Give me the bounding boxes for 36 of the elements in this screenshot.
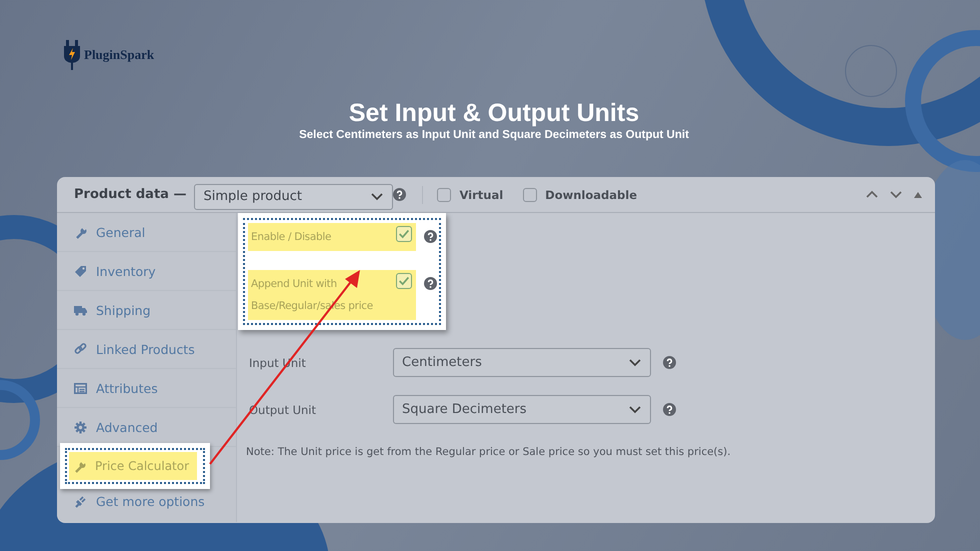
unit-select[interactable]: Centimeters — [393, 348, 651, 377]
gear-icon — [74, 420, 87, 434]
help-icon — [424, 277, 437, 290]
option-label: Downloadable — [545, 188, 637, 202]
checkbox[interactable] — [437, 188, 452, 202]
product-type-select[interactable]: Simple product — [194, 184, 394, 210]
sidebar-tab[interactable]: General — [57, 213, 236, 252]
brand-name: PluginSpark — [84, 47, 154, 63]
panel-title: Product data — — [74, 187, 186, 202]
help-icon — [663, 403, 676, 416]
table-icon — [74, 382, 87, 394]
sidebar-tab[interactable]: Inventory — [57, 252, 236, 291]
checkbox[interactable] — [523, 188, 538, 202]
sidebar-tab[interactable]: Linked Products — [57, 330, 236, 369]
plug-logo-icon — [64, 40, 80, 70]
unit-select[interactable]: Square Decimeters — [393, 395, 651, 424]
page-subtitle: Select Centimeters as Input Unit and Square Decimeters as Output Unit — [299, 129, 689, 141]
plug-icon — [74, 494, 87, 508]
setting-label: Enable / Disable — [251, 230, 332, 245]
truck-icon — [74, 304, 87, 316]
option-label: Virtual — [459, 188, 504, 202]
note-text: Note: The Unit price is get from the Regular price or Sale price so you must set this price(s). — [246, 446, 732, 458]
wrench-icon — [74, 226, 87, 238]
help-icon — [424, 230, 437, 243]
link-icon — [74, 342, 87, 356]
checkbox[interactable] — [396, 226, 412, 242]
triangle-up-icon — [913, 190, 923, 200]
sidebar-tab[interactable]: Price Calculator — [60, 443, 210, 489]
page-title: Set Input & Output Units — [348, 98, 640, 128]
help-icon — [663, 356, 676, 369]
sidebar-tab[interactable]: Attributes — [57, 369, 236, 408]
wrench-icon — [73, 460, 86, 472]
tag-icon — [74, 264, 87, 278]
help-icon — [393, 188, 406, 201]
sidebar-tab[interactable]: Shipping — [57, 291, 236, 330]
checkbox[interactable] — [396, 273, 412, 289]
